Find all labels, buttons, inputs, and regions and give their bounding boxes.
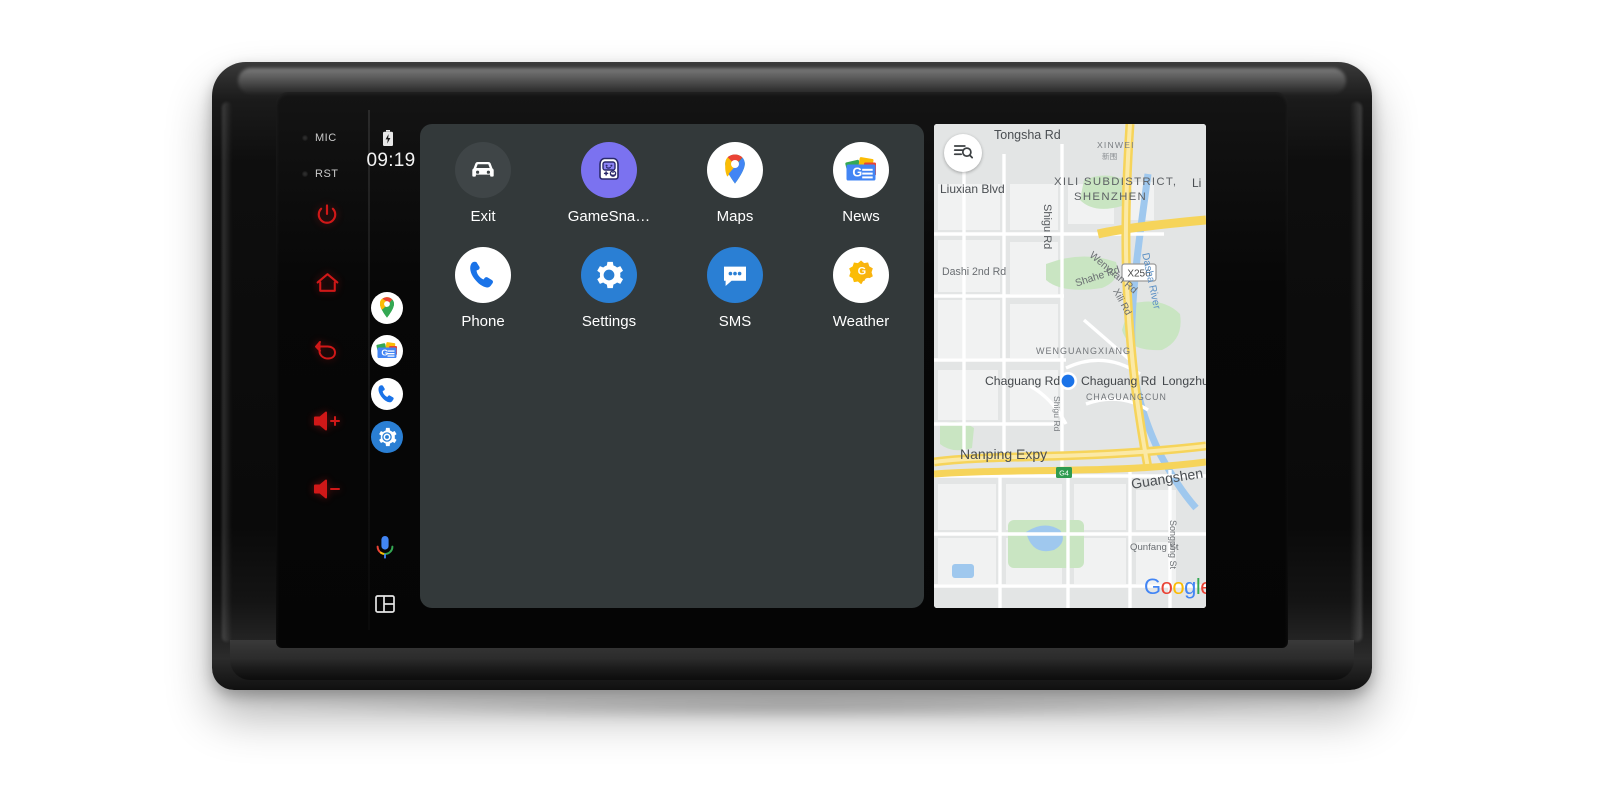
- map-search-button[interactable]: [944, 134, 982, 172]
- map-panel[interactable]: X256 G4 Tongsha Rd XINWEI 新围 Liuxian Blv…: [934, 124, 1206, 608]
- status-clock: 09:19: [366, 150, 416, 171]
- app-tile-gamesnacks[interactable]: GameSna…: [546, 142, 672, 225]
- app-tile-maps[interactable]: Maps: [672, 142, 798, 225]
- svg-text:G: G: [381, 348, 388, 358]
- rail-item-phone[interactable]: [371, 378, 403, 410]
- back-button[interactable]: [296, 338, 358, 364]
- hardware-key-column: MIC RST: [296, 110, 370, 630]
- map-label-li: Li: [1192, 176, 1202, 190]
- map-label-tongsha-rd: Tongsha Rd: [994, 128, 1061, 142]
- google-assistant-mic-icon[interactable]: [374, 534, 396, 567]
- mic-label: MIC: [315, 132, 337, 144]
- screenshot-root: MIC RST 09:19 G Exit GameSna… Maps G New…: [0, 0, 1600, 800]
- app-label: Weather: [832, 313, 890, 330]
- battery-charging-icon: [382, 130, 394, 152]
- map-label-chaguang-rd-left: Chaguang Rd: [985, 374, 1061, 388]
- gamesnacks-icon: [581, 142, 637, 198]
- map-label-chaguang-rd-right: Chaguang Rd: [1081, 374, 1157, 388]
- map-label-shigu-rd-2: Shigu Rd: [1052, 396, 1062, 432]
- map-label-wenguangxiang: WENGUANGXIANG: [1036, 346, 1132, 356]
- settings-gear-icon: [581, 247, 637, 303]
- chassis-left-highlight: [222, 102, 232, 642]
- app-tile-weather[interactable]: G Weather: [798, 247, 924, 330]
- rail-item-news[interactable]: G: [371, 335, 403, 367]
- app-label: Phone: [461, 313, 505, 330]
- app-label: Maps: [716, 208, 754, 225]
- app-tile-news[interactable]: G News: [798, 142, 924, 225]
- map-label-shigu-rd: Shigu Rd: [1041, 204, 1053, 250]
- volume-down-button[interactable]: [296, 478, 358, 500]
- highway-shield-g4: G4: [1056, 467, 1072, 478]
- chassis-top-highlight: [238, 68, 1346, 94]
- news-icon: G: [833, 142, 889, 198]
- search-list-icon: [952, 140, 974, 167]
- map-label-dashi-2nd-rd: Dashi 2nd Rd: [942, 266, 1007, 278]
- sms-bubble-icon: [707, 247, 763, 303]
- back-arrow-icon: [296, 338, 358, 364]
- app-tile-sms[interactable]: SMS: [672, 247, 798, 330]
- app-tile-phone[interactable]: Phone: [420, 247, 546, 330]
- mic-indicator: MIC: [302, 132, 337, 144]
- device-drop-shadow: [250, 694, 1340, 720]
- app-label: Exit: [470, 208, 496, 225]
- weather-sun-icon: G: [833, 247, 889, 303]
- app-label: SMS: [718, 313, 752, 330]
- rst-label: RST: [315, 168, 339, 180]
- map-label-xili-subdistrict: XILI SUBDISTRICT,: [1054, 176, 1178, 188]
- volume-up-icon: [296, 410, 358, 432]
- map-label-longzhu: Longzhu: [1162, 374, 1206, 388]
- volume-up-button[interactable]: [296, 410, 358, 432]
- rst-led: [302, 171, 308, 177]
- map-label-xinwei: XINWEI: [1097, 140, 1135, 150]
- map-label-nanping-expy: Nanping Expy: [960, 446, 1048, 462]
- power-button[interactable]: [296, 202, 358, 228]
- app-label: Settings: [581, 313, 637, 330]
- svg-text:G: G: [858, 265, 867, 277]
- app-tile-exit[interactable]: Exit: [420, 142, 546, 225]
- app-launcher-panel: Exit GameSna… Maps G News Phone Settings…: [420, 124, 924, 608]
- car-icon: [455, 142, 511, 198]
- mic-led: [302, 135, 308, 141]
- reset-indicator[interactable]: RST: [302, 168, 339, 180]
- svg-text:G: G: [852, 166, 862, 180]
- svg-text:G4: G4: [1059, 469, 1069, 478]
- map-label-songping-st: Songping St: [1168, 520, 1178, 570]
- maps-icon: [707, 142, 763, 198]
- phone-icon: [455, 247, 511, 303]
- android-auto-status-rail: 09:19 G: [362, 120, 420, 616]
- rail-item-settings[interactable]: [371, 421, 403, 453]
- app-tile-settings[interactable]: Settings: [546, 247, 672, 330]
- map-label-xinwei-cn: 新围: [1102, 152, 1118, 161]
- rail-recent-apps: G: [371, 292, 403, 453]
- volume-down-icon: [296, 478, 358, 500]
- map-label-chaguangcun: CHAGUANGCUN: [1086, 392, 1167, 402]
- chassis-right-highlight: [1350, 102, 1362, 642]
- home-button[interactable]: [296, 270, 358, 296]
- app-label: News: [842, 208, 880, 225]
- map-label-liuxian-blvd: Liuxian Blvd: [940, 182, 1005, 196]
- rail-item-maps[interactable]: [371, 292, 403, 324]
- power-icon: [296, 202, 358, 228]
- map-canvas: X256 G4: [934, 124, 1206, 608]
- rail-bottom-controls: [374, 534, 396, 620]
- app-label: GameSna…: [567, 208, 651, 225]
- map-label-shenzhen: SHENZHEN: [1074, 191, 1148, 203]
- split-screen-icon[interactable]: [374, 593, 396, 620]
- home-icon: [296, 270, 358, 296]
- app-grid: Exit GameSna… Maps G News Phone Settings…: [420, 142, 924, 330]
- google-watermark: Google: [1143, 574, 1206, 599]
